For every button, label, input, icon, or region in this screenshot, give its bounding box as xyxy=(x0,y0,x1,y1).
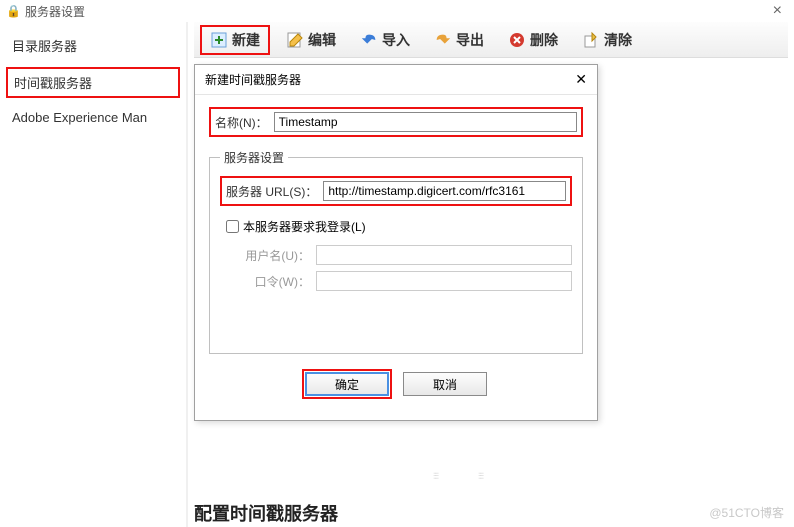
clear-label: 清除 xyxy=(604,30,632,50)
import-label: 导入 xyxy=(382,30,410,50)
login-checkbox[interactable] xyxy=(226,220,239,233)
password-row: 口令(W)： xyxy=(240,271,572,291)
server-settings-group: 服务器设置 服务器 URL(S)： 本服务器要求我登录(L) 用户名(U)： xyxy=(209,149,583,354)
sidebar-item-directory[interactable]: 目录服务器 xyxy=(6,32,180,59)
login-checkbox-label: 本服务器要求我登录(L) xyxy=(243,218,366,235)
toolbar: 新建 编辑 导入 导出 xyxy=(194,22,788,58)
server-settings-window: 🔒 服务器设置 × 目录服务器 时间戳服务器 Adobe Experience … xyxy=(0,0,794,527)
delete-icon xyxy=(508,31,526,49)
url-input[interactable] xyxy=(323,181,566,201)
export-button[interactable]: 导出 xyxy=(426,27,492,53)
new-button[interactable]: 新建 xyxy=(200,25,270,55)
clear-button[interactable]: 清除 xyxy=(574,27,640,53)
new-icon xyxy=(210,31,228,49)
url-label: 服务器 URL(S)： xyxy=(226,183,317,200)
username-input xyxy=(316,245,572,265)
sidebar-item-label: 目录服务器 xyxy=(12,39,77,54)
delete-label: 删除 xyxy=(530,30,558,50)
ok-label: 确定 xyxy=(335,376,359,393)
export-label: 导出 xyxy=(456,30,484,50)
sidebar-item-label: 时间戳服务器 xyxy=(14,76,92,91)
dialog-title-text: 新建时间戳服务器 xyxy=(205,71,301,88)
dialog-titlebar: 新建时间戳服务器 ✕ xyxy=(195,65,597,95)
sidebar-item-adobe[interactable]: Adobe Experience Man xyxy=(6,106,180,129)
import-button[interactable]: 导入 xyxy=(352,27,418,53)
content-area: 新建 编辑 导入 导出 xyxy=(188,22,794,527)
cancel-button[interactable]: 取消 xyxy=(403,372,487,396)
delete-button[interactable]: 删除 xyxy=(500,27,566,53)
cancel-label: 取消 xyxy=(433,376,457,393)
close-icon[interactable]: × xyxy=(767,2,788,20)
login-checkbox-row: 本服务器要求我登录(L) xyxy=(226,218,572,235)
edit-button[interactable]: 编辑 xyxy=(278,27,344,53)
sidebar: 目录服务器 时间戳服务器 Adobe Experience Man xyxy=(0,22,186,527)
name-label: 名称(N)： xyxy=(215,114,268,131)
dialog-close-icon[interactable]: ✕ xyxy=(575,71,587,88)
username-row: 用户名(U)： xyxy=(240,245,572,265)
footer-heading: 配置时间戳服务器 xyxy=(194,500,338,526)
name-input[interactable] xyxy=(274,112,577,132)
new-timestamp-dialog: 新建时间戳服务器 ✕ 名称(N)： 服务器设置 服务器 URL(S)： xyxy=(194,64,598,421)
sidebar-item-label: Adobe Experience Man xyxy=(12,110,147,125)
edit-label: 编辑 xyxy=(308,30,336,50)
username-label: 用户名(U)： xyxy=(240,247,310,264)
sidebar-item-timestamp[interactable]: 时间戳服务器 xyxy=(6,67,180,98)
import-icon xyxy=(360,31,378,49)
url-row: 服务器 URL(S)： xyxy=(220,176,572,206)
export-icon xyxy=(434,31,452,49)
password-input xyxy=(316,271,572,291)
ok-button[interactable]: 确定 xyxy=(305,372,389,396)
titlebar: 🔒 服务器设置 × xyxy=(0,0,794,22)
lock-icon: 🔒 xyxy=(6,4,21,18)
dialog-footer: 确定 取消 xyxy=(209,362,583,410)
new-label: 新建 xyxy=(232,30,260,50)
window-title: 服务器设置 xyxy=(25,3,85,20)
password-label: 口令(W)： xyxy=(240,273,310,290)
edit-icon xyxy=(286,31,304,49)
group-legend: 服务器设置 xyxy=(220,149,288,166)
watermark: @51CTO博客 xyxy=(709,504,784,521)
name-row: 名称(N)： xyxy=(209,107,583,137)
clear-icon xyxy=(582,31,600,49)
pager-handle: ⫶⫶⫶⫶⫶⫶⫶⫶ xyxy=(433,472,533,480)
